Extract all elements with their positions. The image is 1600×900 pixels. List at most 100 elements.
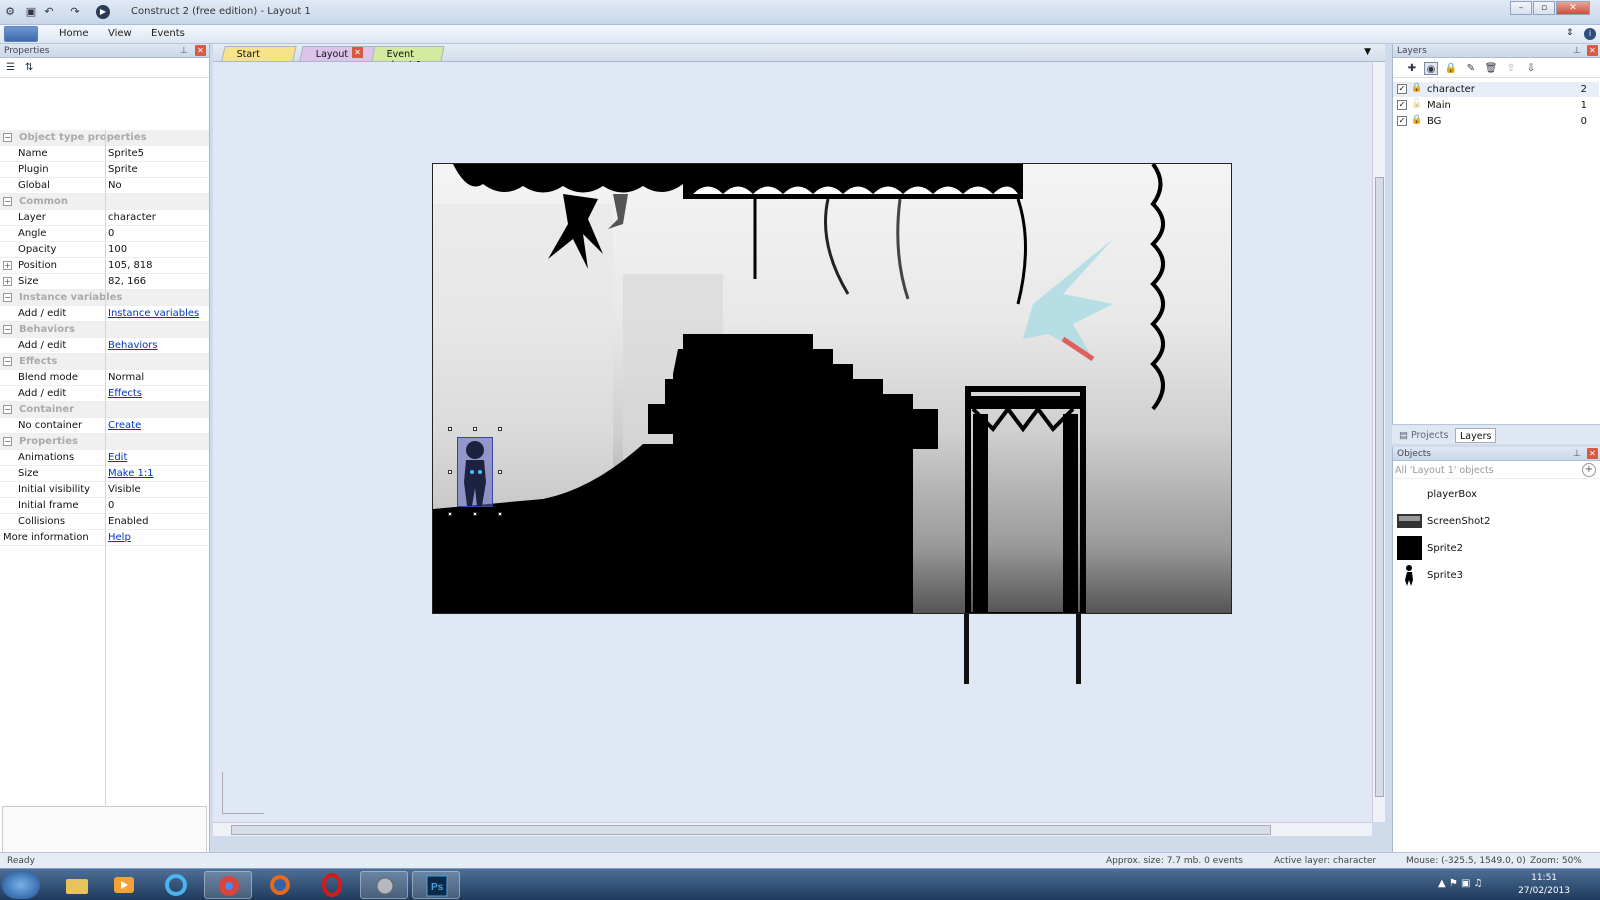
vertical-scrollbar[interactable] bbox=[1372, 62, 1385, 822]
collapse-icon[interactable]: − bbox=[3, 325, 12, 334]
taskbar-media-player[interactable] bbox=[100, 871, 148, 899]
expand-icon[interactable]: + bbox=[3, 277, 12, 286]
move-layer-up-icon[interactable]: ⇧ bbox=[1504, 62, 1518, 75]
ribbon-collapse-icon[interactable]: ⇕ bbox=[1566, 28, 1574, 38]
layer-row[interactable]: ✓ 🔒 BG 0 bbox=[1393, 114, 1599, 129]
collapse-icon[interactable]: − bbox=[3, 357, 12, 366]
close-panel-icon[interactable]: ✕ bbox=[1587, 45, 1598, 56]
property-link[interactable]: Help bbox=[108, 532, 131, 543]
clock[interactable]: 11:51 27/02/2013 bbox=[1518, 872, 1570, 898]
tab-layers[interactable]: Layers bbox=[1455, 428, 1497, 443]
app-icon[interactable]: ⚙ bbox=[3, 5, 17, 19]
tray-icons[interactable]: ▲ ⚑ ▣ ♫ bbox=[1438, 878, 1483, 889]
property-value[interactable]: No bbox=[108, 180, 122, 191]
pin-icon[interactable]: ⊥ bbox=[1573, 449, 1581, 459]
layer-visible-checkbox[interactable]: ✓ bbox=[1397, 100, 1407, 110]
layer-lock-icon[interactable]: 🔓 bbox=[1411, 99, 1422, 109]
collapse-icon[interactable]: − bbox=[3, 405, 12, 414]
tab-start-page[interactable]: Start page bbox=[221, 46, 297, 71]
start-button[interactable] bbox=[2, 871, 40, 899]
layer-lock-icon[interactable]: 🔒 bbox=[1411, 83, 1422, 93]
tab-event-sheet-1[interactable]: Event sheet 1 bbox=[371, 46, 445, 71]
object-item[interactable]: Sprite2 bbox=[1393, 535, 1599, 561]
property-value[interactable]: 0 bbox=[108, 500, 114, 511]
layout-scene[interactable] bbox=[432, 163, 1232, 614]
pin-icon[interactable]: ⊥ bbox=[180, 46, 188, 56]
taskbar-firefox[interactable] bbox=[256, 871, 304, 899]
close-panel-icon[interactable]: ✕ bbox=[1587, 448, 1598, 459]
layer-row[interactable]: ✓ 🔓 Main 1 bbox=[1393, 98, 1599, 113]
property-value[interactable]: 0 bbox=[108, 228, 114, 239]
object-item[interactable]: ScreenShot2 bbox=[1393, 508, 1599, 534]
vertical-scroll-thumb[interactable] bbox=[1375, 177, 1384, 797]
sort-alpha-icon[interactable]: ⇅ bbox=[25, 62, 39, 74]
property-value[interactable]: Normal bbox=[108, 372, 144, 383]
visibility-icon[interactable]: ◉ bbox=[1424, 62, 1438, 75]
pin-icon[interactable]: ⊥ bbox=[1573, 46, 1581, 56]
ribbon-tab-events[interactable]: Events bbox=[151, 28, 185, 39]
horizontal-scroll-thumb[interactable] bbox=[231, 825, 1271, 835]
layer-index: 1 bbox=[1580, 100, 1587, 111]
tab-layers-label: Layers bbox=[1460, 431, 1492, 442]
collapse-icon[interactable]: − bbox=[3, 197, 12, 206]
redo-icon[interactable]: ↷ bbox=[68, 5, 82, 19]
property-value[interactable]: Enabled bbox=[108, 516, 148, 527]
property-link[interactable]: Create bbox=[108, 420, 141, 431]
taskbar-construct2[interactable] bbox=[360, 871, 408, 899]
move-layer-down-icon[interactable]: ⇩ bbox=[1524, 62, 1538, 75]
property-value[interactable]: character bbox=[108, 212, 156, 223]
tab-projects[interactable]: ▤ Projects bbox=[1395, 428, 1452, 443]
opera-icon bbox=[322, 873, 342, 897]
help-icon[interactable]: i bbox=[1584, 28, 1596, 40]
property-value[interactable]: 105, 818 bbox=[108, 260, 153, 271]
collapse-icon[interactable]: − bbox=[3, 133, 12, 142]
horizontal-scrollbar[interactable] bbox=[213, 822, 1372, 836]
property-value[interactable]: 82, 166 bbox=[108, 276, 146, 287]
categorized-icon[interactable]: ☰ bbox=[6, 62, 20, 74]
add-object-icon[interactable]: + bbox=[1582, 463, 1596, 477]
add-layer-icon[interactable]: ✚ bbox=[1405, 62, 1419, 75]
ribbon-tab-view[interactable]: View bbox=[108, 28, 132, 39]
tabs-dropdown-icon[interactable]: ▼ bbox=[1364, 47, 1371, 57]
property-link[interactable]: Behaviors bbox=[108, 340, 158, 351]
layer-visible-checkbox[interactable]: ✓ bbox=[1397, 116, 1407, 126]
tab-layout-1[interactable]: Layout 1 bbox=[299, 46, 381, 61]
taskbar-chrome[interactable] bbox=[204, 871, 252, 899]
object-item[interactable]: Sprite3 bbox=[1393, 562, 1599, 588]
taskbar-explorer[interactable] bbox=[52, 871, 100, 899]
object-item[interactable]: playerBox bbox=[1393, 481, 1599, 507]
app-menu-button[interactable] bbox=[4, 26, 38, 42]
property-value[interactable]: Visible bbox=[108, 484, 141, 495]
edit-layer-icon[interactable]: ✎ bbox=[1464, 62, 1478, 75]
property-value[interactable]: Sprite bbox=[108, 164, 138, 175]
layer-visible-checkbox[interactable]: ✓ bbox=[1397, 84, 1407, 94]
lock-icon[interactable]: 🔒 bbox=[1444, 62, 1458, 75]
selected-sprite-character[interactable] bbox=[457, 437, 493, 507]
undo-icon[interactable]: ↶ bbox=[42, 5, 56, 19]
layer-lock-icon[interactable]: 🔒 bbox=[1411, 115, 1422, 125]
delete-layer-icon[interactable]: 🗑 bbox=[1484, 62, 1498, 75]
ribbon-tab-home[interactable]: Home bbox=[59, 28, 89, 39]
save-icon[interactable]: ▣ bbox=[24, 5, 38, 19]
property-link[interactable]: Effects bbox=[108, 388, 142, 399]
run-layout-icon[interactable]: ▶ bbox=[96, 5, 110, 19]
status-ready: Ready bbox=[7, 856, 35, 866]
minimize-button[interactable]: – bbox=[1510, 1, 1532, 15]
property-link[interactable]: Edit bbox=[108, 452, 127, 463]
maximize-button[interactable]: ▫ bbox=[1533, 1, 1555, 15]
close-panel-icon[interactable]: ✕ bbox=[195, 45, 206, 56]
layer-row[interactable]: ✓ 🔒 character 2 bbox=[1393, 82, 1599, 97]
property-value[interactable]: 100 bbox=[108, 244, 127, 255]
collapse-icon[interactable]: − bbox=[3, 293, 12, 302]
taskbar-opera[interactable] bbox=[308, 871, 356, 899]
taskbar-photoshop[interactable]: Ps bbox=[412, 871, 460, 899]
close-window-button[interactable]: ✕ bbox=[1556, 1, 1590, 15]
property-link[interactable]: Make 1:1 bbox=[108, 468, 154, 479]
property-link[interactable]: Instance variables bbox=[108, 308, 199, 319]
expand-icon[interactable]: + bbox=[3, 261, 12, 270]
close-tab-icon[interactable]: ✕ bbox=[352, 47, 363, 58]
objects-filter[interactable]: All 'Layout 1' objects bbox=[1395, 465, 1494, 476]
collapse-icon[interactable]: − bbox=[3, 437, 12, 446]
property-value[interactable]: Sprite5 bbox=[108, 148, 144, 159]
taskbar-internet-explorer[interactable] bbox=[152, 871, 200, 899]
